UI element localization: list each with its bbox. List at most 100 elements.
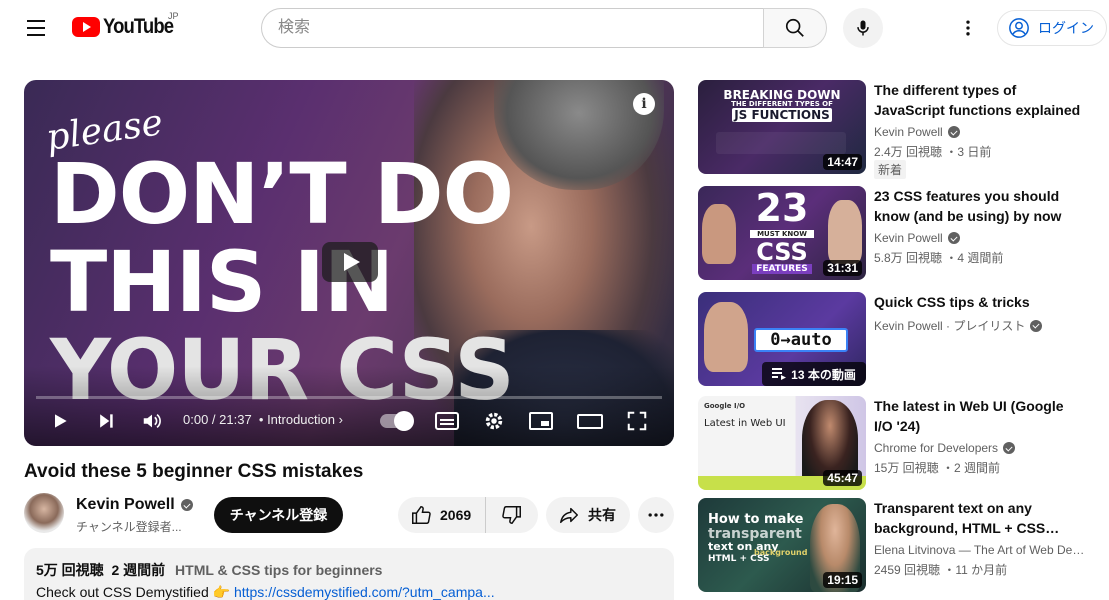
subscribe-button[interactable]: チャンネル登録 — [214, 497, 343, 533]
login-button[interactable]: ログイン — [997, 10, 1107, 46]
recommendation-title[interactable]: Transparent text on any background, HTML… — [874, 498, 1084, 538]
logo-region: JP — [168, 11, 179, 21]
video-player[interactable]: please DON’T DO THIS IN YOUR CSS i 0:00 … — [24, 80, 674, 446]
youtube-logo-icon — [72, 17, 100, 37]
verified-icon — [947, 232, 960, 244]
recommendation-channel[interactable]: Elena Litvinova — The Art of Web De… — [874, 543, 1084, 557]
recommendation-thumbnail[interactable]: 23 MUST KNOW CSS FEATURES 31:31 — [698, 186, 866, 280]
verified-icon — [1030, 319, 1043, 332]
settings-button[interactable] — [482, 409, 506, 433]
duration-badge: 19:15 — [823, 572, 862, 588]
thumb-person-right — [828, 200, 862, 264]
posted-date: 2 週間前 — [111, 562, 166, 578]
search-button[interactable] — [763, 8, 827, 48]
recommendation-title[interactable]: Quick CSS tips & tricks — [874, 292, 1084, 312]
captions-button[interactable] — [434, 409, 460, 433]
search-input[interactable] — [261, 8, 763, 48]
thumb-text: Google I/O — [704, 402, 746, 410]
description-box[interactable]: 5万 回視聴 2 週間前 HTML & CSS tips for beginne… — [24, 548, 674, 600]
thumb-person-left — [702, 204, 736, 264]
recommendation-thumbnail[interactable]: 0→auto 13 本の動画 — [698, 292, 866, 386]
share-label: 共有 — [588, 507, 616, 523]
channel-label: Chrome for Developers — [874, 441, 999, 455]
recommendation-views: 5.8万 回視聴 ・4 週間前 — [874, 251, 1004, 265]
like-button[interactable]: 2069 — [398, 497, 486, 533]
playlist-icon — [772, 368, 787, 380]
thumb-text: HTML + CSS — [708, 554, 770, 564]
verified-icon — [1003, 442, 1016, 454]
playlist-tag[interactable]: HTML & CSS tips for beginners — [175, 562, 382, 578]
captions-icon — [435, 412, 459, 430]
recommendation-item[interactable]: Google I/O Latest in Web UI 45:47 The la… — [698, 396, 1098, 490]
recommendation-views: 2.4万 回視聴 ・3 日前 — [874, 145, 992, 159]
recommendation-item[interactable]: 0→auto 13 本の動画 Quick CSS tips & tricks K… — [698, 292, 1098, 386]
thumb-text: Latest in Web UI — [704, 418, 786, 429]
miniplayer-button[interactable] — [528, 409, 554, 433]
recommendation-item[interactable]: 23 MUST KNOW CSS FEATURES 31:31 23 CSS f… — [698, 186, 1098, 280]
menu-icon[interactable] — [20, 12, 52, 44]
like-dislike-group: 2069 — [398, 497, 538, 533]
channel-label: Elena Litvinova — The Art of Web De… — [874, 543, 1085, 557]
channel-name[interactable]: Kevin Powell — [76, 496, 175, 514]
player-controls: 0:00 / 21:37 • Introduction › — [24, 406, 674, 436]
channel-label: Kevin Powell — [874, 231, 943, 245]
volume-button[interactable] — [140, 409, 164, 433]
settings-menu-button[interactable] — [952, 12, 984, 44]
progress-bar[interactable] — [36, 396, 662, 399]
recommendation-thumbnail[interactable]: BREAKING DOWN THE DIFFERENT TYPES OF JS … — [698, 80, 866, 174]
info-icon[interactable]: i — [633, 93, 655, 115]
subscriber-count: チャンネル登録者... — [76, 520, 182, 534]
recommendation-title[interactable]: 23 CSS features you should know (and be … — [874, 186, 1084, 226]
fullscreen-button[interactable] — [624, 409, 650, 433]
dislike-button[interactable] — [486, 497, 538, 533]
chapter-label[interactable]: • Introduction — [259, 412, 335, 427]
recommendation-channel[interactable]: Kevin Powell — [874, 125, 960, 139]
recommendation-item[interactable]: BREAKING DOWN THE DIFFERENT TYPES OF JS … — [698, 80, 1098, 179]
description-meta: 5万 回視聴 2 週間前 HTML & CSS tips for beginne… — [36, 560, 662, 580]
recommendation-channel[interactable]: Kevin Powell — [874, 231, 960, 245]
channel-label: Kevin Powell — [874, 125, 943, 139]
recommendation-title[interactable]: The latest in Web UI (Google I/O '24) — [874, 396, 1084, 436]
theater-icon — [577, 414, 603, 429]
description-line: Check out CSS Demystified 👉 https://cssd… — [36, 584, 662, 600]
verified-icon — [180, 499, 193, 511]
time-display: 0:00 / 21:37 • Introduction › — [183, 412, 343, 427]
more-horiz-icon — [648, 513, 664, 517]
thumb-code-block — [716, 132, 846, 154]
youtube-logo[interactable]: YouTube JP — [72, 11, 183, 39]
next-button[interactable] — [94, 409, 118, 433]
recommendation-thumbnail[interactable]: Google I/O Latest in Web UI 45:47 — [698, 396, 866, 490]
voice-search-button[interactable] — [843, 8, 883, 48]
duration-badge: 14:47 — [823, 154, 862, 170]
description-text: Check out CSS Demystified 👉 — [36, 584, 231, 600]
new-badge: 新着 — [874, 160, 907, 179]
description-link[interactable]: https://cssdemystified.com/?utm_campa... — [234, 584, 495, 600]
more-actions-button[interactable] — [638, 497, 674, 533]
thumb-text: How to make — [708, 512, 804, 527]
view-count: 5万 回視聴 — [36, 562, 104, 578]
thumb-text: FEATURES — [752, 264, 812, 274]
recommendation-thumbnail[interactable]: How to make transparent text on any back… — [698, 498, 866, 592]
duration-badge: 31:31 — [823, 260, 862, 276]
login-label: ログイン — [1038, 20, 1094, 36]
playlist-count-overlay: 13 本の動画 — [762, 362, 866, 386]
thumbs-down-icon — [502, 506, 521, 524]
thumbs-up-icon — [412, 506, 431, 524]
large-play-button[interactable] — [322, 242, 378, 282]
theater-mode-button[interactable] — [576, 409, 604, 433]
thumbnail-text-line-1: DON’T DO — [50, 145, 514, 243]
play-button[interactable] — [48, 409, 72, 433]
recommendation-channel[interactable]: Kevin Powell · プレイリスト — [874, 317, 1043, 334]
thumb-text: THE DIFFERENT TYPES OF — [731, 100, 833, 108]
recommendation-item[interactable]: How to make transparent text on any back… — [698, 498, 1098, 592]
autoplay-toggle[interactable] — [380, 411, 414, 431]
fullscreen-icon — [627, 411, 647, 431]
masthead: YouTube JP ログイン — [0, 0, 1109, 56]
share-button[interactable]: 共有 — [546, 497, 630, 533]
recommendation-title[interactable]: The different types of JavaScript functi… — [874, 80, 1084, 120]
verified-icon — [947, 126, 960, 138]
recommendation-views: 2459 回視聴 ・11 か月前 — [874, 563, 1008, 577]
channel-name-row[interactable]: Kevin Powell — [76, 496, 193, 514]
recommendation-channel[interactable]: Chrome for Developers — [874, 441, 1016, 455]
channel-avatar[interactable] — [24, 493, 64, 533]
